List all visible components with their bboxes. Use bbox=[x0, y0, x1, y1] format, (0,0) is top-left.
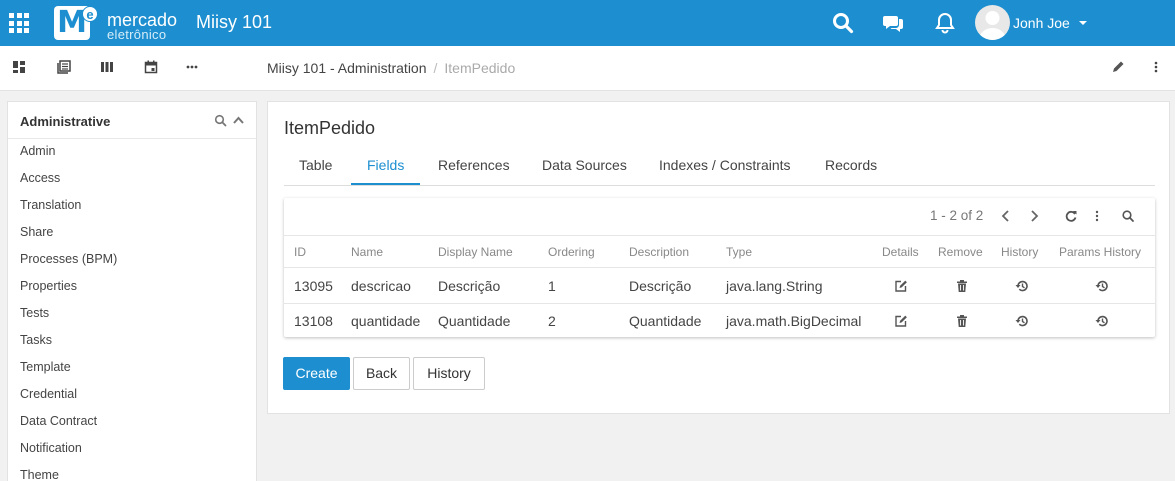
tab-indexes-constraints[interactable]: Indexes / Constraints bbox=[659, 157, 791, 173]
breadcrumb: Miisy 101 - Administration / ItemPedido bbox=[267, 60, 515, 76]
chat-icon[interactable] bbox=[882, 11, 906, 35]
params-history-icon[interactable] bbox=[1095, 279, 1109, 293]
logo-mark-e: e bbox=[82, 6, 98, 22]
tab-fields[interactable]: Fields bbox=[367, 157, 404, 173]
more-vertical-icon[interactable] bbox=[1149, 60, 1163, 74]
columns-icon[interactable] bbox=[100, 60, 114, 74]
tab-records[interactable]: Records bbox=[825, 157, 877, 173]
avatar-silhouette-icon bbox=[979, 11, 1006, 40]
list-icon[interactable] bbox=[57, 60, 71, 74]
cell-name: quantidade bbox=[351, 313, 421, 329]
tab-references[interactable]: References bbox=[438, 157, 510, 173]
sidebar-item-processes[interactable]: Processes (BPM) bbox=[20, 252, 117, 266]
column-header-name[interactable]: Name bbox=[351, 245, 383, 259]
top-navigation-bar: M e mercado eletrônico Miisy 101 Jonh Jo… bbox=[0, 0, 1175, 46]
tab-data-sources[interactable]: Data Sources bbox=[542, 157, 627, 173]
app-title: Miisy 101 bbox=[196, 12, 273, 32]
sidebar-item-data-contract[interactable]: Data Contract bbox=[20, 414, 97, 428]
cell-id: 13108 bbox=[294, 313, 333, 329]
chevron-left-icon[interactable] bbox=[999, 209, 1013, 223]
breadcrumb-current: ItemPedido bbox=[444, 60, 516, 76]
apps-icon[interactable] bbox=[9, 13, 29, 33]
create-button[interactable]: Create bbox=[283, 357, 350, 390]
cell-name: descricao bbox=[351, 278, 411, 294]
table-header: ID Name Display Name Ordering Descriptio… bbox=[284, 235, 1155, 268]
sidebar-item-tests[interactable]: Tests bbox=[20, 306, 49, 320]
column-header-history: History bbox=[1001, 245, 1039, 259]
params-history-icon[interactable] bbox=[1095, 314, 1109, 328]
refresh-icon[interactable] bbox=[1064, 209, 1078, 223]
table-row[interactable]: 13095 descricao Descrição 1 Descrição ja… bbox=[284, 269, 1155, 304]
column-header-description[interactable]: Description bbox=[629, 245, 689, 259]
edit-icon[interactable] bbox=[894, 314, 908, 328]
pager-info: 1 - 2 of 2 bbox=[930, 208, 984, 223]
column-header-display-name[interactable]: Display Name bbox=[438, 245, 513, 259]
chevron-up-icon[interactable] bbox=[232, 114, 245, 127]
history-icon[interactable] bbox=[1015, 314, 1029, 328]
history-icon[interactable] bbox=[1015, 279, 1029, 293]
dashboard-icon[interactable] bbox=[12, 60, 26, 74]
chevron-right-icon[interactable] bbox=[1027, 209, 1041, 223]
cell-type: java.lang.String bbox=[726, 278, 823, 294]
active-tab-indicator bbox=[351, 183, 420, 185]
column-header-type[interactable]: Type bbox=[726, 245, 752, 259]
sidebar-item-tasks[interactable]: Tasks bbox=[20, 333, 52, 347]
sidebar-item-credential[interactable]: Credential bbox=[20, 387, 77, 401]
column-header-params-history: Params History bbox=[1059, 245, 1142, 259]
sidebar: Administrative Admin Access Translation … bbox=[7, 101, 257, 481]
tab-table[interactable]: Table bbox=[299, 157, 332, 173]
trash-icon[interactable] bbox=[955, 314, 969, 328]
search-icon[interactable] bbox=[1121, 209, 1135, 223]
edit-icon[interactable] bbox=[894, 279, 908, 293]
user-name[interactable]: Jonh Joe bbox=[1013, 15, 1070, 31]
avatar[interactable] bbox=[975, 5, 1010, 40]
column-header-remove: Remove bbox=[938, 245, 983, 259]
cell-description: Descrição bbox=[629, 278, 692, 294]
sidebar-item-share[interactable]: Share bbox=[20, 225, 53, 239]
main-panel: ItemPedido Table Fields References Data … bbox=[267, 101, 1170, 414]
breadcrumb-separator: / bbox=[433, 60, 438, 76]
toolbar: Miisy 101 - Administration / ItemPedido bbox=[0, 46, 1175, 91]
fields-grid: 1 - 2 of 2 ID Name Display Name Ordering… bbox=[284, 198, 1155, 337]
cell-display-name: Descrição bbox=[438, 278, 501, 294]
page-title: ItemPedido bbox=[284, 118, 376, 138]
bell-icon[interactable] bbox=[933, 11, 957, 35]
cell-description: Quantidade bbox=[629, 313, 702, 329]
search-icon[interactable] bbox=[214, 114, 227, 127]
sidebar-item-theme[interactable]: Theme bbox=[20, 468, 59, 481]
tab-bar: Table Fields References Data Sources Ind… bbox=[284, 149, 1155, 186]
cell-id: 13095 bbox=[294, 278, 333, 294]
history-button[interactable]: History bbox=[413, 357, 485, 390]
pencil-icon[interactable] bbox=[1111, 60, 1125, 74]
cell-ordering: 2 bbox=[548, 313, 556, 329]
trash-icon[interactable] bbox=[955, 279, 969, 293]
sidebar-item-notification[interactable]: Notification bbox=[20, 441, 82, 455]
cell-type: java.math.BigDecimal bbox=[726, 313, 862, 329]
column-header-id[interactable]: ID bbox=[294, 245, 306, 259]
caret-down-icon[interactable] bbox=[1079, 21, 1087, 25]
breadcrumb-parent[interactable]: Miisy 101 - Administration bbox=[267, 60, 427, 76]
table-row[interactable]: 13108 quantidade Quantidade 2 Quantidade… bbox=[284, 304, 1155, 339]
search-icon[interactable] bbox=[831, 11, 855, 35]
sidebar-item-access[interactable]: Access bbox=[20, 171, 60, 185]
logo-word-eletronico: eletrônico bbox=[107, 27, 167, 42]
sidebar-title: Administrative bbox=[20, 114, 111, 129]
sidebar-item-translation[interactable]: Translation bbox=[20, 198, 81, 212]
calendar-icon[interactable] bbox=[144, 60, 158, 74]
sidebar-header: Administrative bbox=[8, 102, 256, 139]
column-header-ordering[interactable]: Ordering bbox=[548, 245, 595, 259]
cell-display-name: Quantidade bbox=[438, 313, 511, 329]
more-vertical-icon[interactable] bbox=[1090, 209, 1104, 223]
cell-ordering: 1 bbox=[548, 278, 556, 294]
sidebar-item-properties[interactable]: Properties bbox=[20, 279, 77, 293]
back-button[interactable]: Back bbox=[353, 357, 410, 390]
sidebar-item-template[interactable]: Template bbox=[20, 360, 71, 374]
more-horizontal-icon[interactable] bbox=[185, 60, 199, 74]
sidebar-item-admin[interactable]: Admin bbox=[20, 144, 55, 158]
column-header-details: Details bbox=[882, 245, 919, 259]
